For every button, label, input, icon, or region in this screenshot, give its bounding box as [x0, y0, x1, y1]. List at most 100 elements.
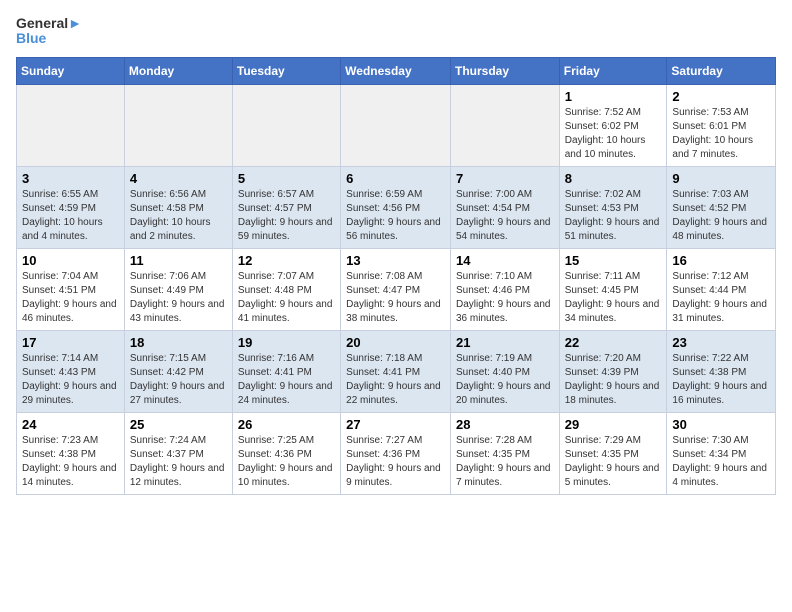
calendar-cell: 15 Sunrise: 7:11 AM Sunset: 4:45 PM Dayli… — [559, 248, 667, 330]
calendar-cell: 16Sunrise: 7:12 AM Sunset: 4:44 PM Dayli… — [667, 248, 776, 330]
day-info: Sunrise: 7:18 AM Sunset: 4:41 PM Dayligh… — [346, 352, 445, 408]
logo-text-blue: Blue — [16, 31, 82, 46]
day-number: 25 — [130, 417, 227, 432]
day-number: 17 — [22, 335, 119, 350]
day-number: 20 — [346, 335, 445, 350]
weekday-header-thursday: Thursday — [450, 57, 559, 84]
day-info: Sunrise: 7:14 AM Sunset: 4:43 PM Dayligh… — [22, 352, 119, 408]
day-info: Sunrise: 7:19 AM Sunset: 4:40 PM Dayligh… — [456, 352, 554, 408]
day-info: Sunrise: 7:11 AM Sunset: 4:45 PM Dayligh… — [565, 270, 662, 326]
logo-text-general: General► — [16, 16, 82, 31]
day-info: Sunrise: 7:23 AM Sunset: 4:38 PM Dayligh… — [22, 434, 119, 490]
day-info: Sunrise: 7:08 AM Sunset: 4:47 PM Dayligh… — [346, 270, 445, 326]
logo: General► Blue — [16, 16, 82, 47]
weekday-header-sunday: Sunday — [17, 57, 125, 84]
calendar-cell — [124, 84, 232, 166]
day-number: 2 — [672, 89, 770, 104]
day-number: 18 — [130, 335, 227, 350]
day-number: 22 — [565, 335, 662, 350]
calendar-week-4: 17 Sunrise: 7:14 AM Sunset: 4:43 PM Dayli… — [17, 330, 776, 412]
calendar-cell: 5Sunrise: 6:57 AM Sunset: 4:57 PM Daylig… — [232, 166, 340, 248]
calendar-cell: 25 Sunrise: 7:24 AM Sunset: 4:37 PM Dayli… — [124, 412, 232, 494]
calendar-cell — [450, 84, 559, 166]
day-info: Sunrise: 7:53 AM Sunset: 6:01 PM Dayligh… — [672, 106, 770, 162]
calendar-cell: 27 Sunrise: 7:27 AM Sunset: 4:36 PM Dayli… — [341, 412, 451, 494]
calendar-cell: 19Sunrise: 7:16 AM Sunset: 4:41 PM Dayli… — [232, 330, 340, 412]
day-number: 1 — [565, 89, 662, 104]
calendar-cell: 12 Sunrise: 7:07 AM Sunset: 4:48 PM Dayli… — [232, 248, 340, 330]
calendar-cell: 21 Sunrise: 7:19 AM Sunset: 4:40 PM Dayli… — [450, 330, 559, 412]
day-info: Sunrise: 7:07 AM Sunset: 4:48 PM Dayligh… — [238, 270, 335, 326]
calendar-cell: 22 Sunrise: 7:20 AM Sunset: 4:39 PM Dayli… — [559, 330, 667, 412]
day-info: Sunrise: 7:03 AM Sunset: 4:52 PM Dayligh… — [672, 188, 770, 244]
day-info: Sunrise: 7:27 AM Sunset: 4:36 PM Dayligh… — [346, 434, 445, 490]
day-number: 28 — [456, 417, 554, 432]
calendar-cell: 11 Sunrise: 7:06 AM Sunset: 4:49 PM Dayli… — [124, 248, 232, 330]
day-info: Sunrise: 7:22 AM Sunset: 4:38 PM Dayligh… — [672, 352, 770, 408]
day-info: Sunrise: 6:57 AM Sunset: 4:57 PM Dayligh… — [238, 188, 335, 244]
calendar-cell: 17 Sunrise: 7:14 AM Sunset: 4:43 PM Dayli… — [17, 330, 125, 412]
calendar-cell — [232, 84, 340, 166]
page-header: General► Blue — [16, 16, 776, 47]
calendar-cell: 4 Sunrise: 6:56 AM Sunset: 4:58 PM Daylig… — [124, 166, 232, 248]
day-number: 8 — [565, 171, 662, 186]
day-info: Sunrise: 7:00 AM Sunset: 4:54 PM Dayligh… — [456, 188, 554, 244]
day-info: Sunrise: 7:06 AM Sunset: 4:49 PM Dayligh… — [130, 270, 227, 326]
weekday-header-wednesday: Wednesday — [341, 57, 451, 84]
day-info: Sunrise: 6:59 AM Sunset: 4:56 PM Dayligh… — [346, 188, 445, 244]
weekday-header-saturday: Saturday — [667, 57, 776, 84]
day-number: 15 — [565, 253, 662, 268]
day-number: 9 — [672, 171, 770, 186]
day-info: Sunrise: 7:24 AM Sunset: 4:37 PM Dayligh… — [130, 434, 227, 490]
day-info: Sunrise: 7:28 AM Sunset: 4:35 PM Dayligh… — [456, 434, 554, 490]
day-number: 21 — [456, 335, 554, 350]
day-info: Sunrise: 7:29 AM Sunset: 4:35 PM Dayligh… — [565, 434, 662, 490]
day-info: Sunrise: 6:55 AM Sunset: 4:59 PM Dayligh… — [22, 188, 119, 244]
weekday-header-row: SundayMondayTuesdayWednesdayThursdayFrid… — [17, 57, 776, 84]
day-number: 11 — [130, 253, 227, 268]
weekday-header-tuesday: Tuesday — [232, 57, 340, 84]
day-info: Sunrise: 7:20 AM Sunset: 4:39 PM Dayligh… — [565, 352, 662, 408]
day-number: 7 — [456, 171, 554, 186]
weekday-header-friday: Friday — [559, 57, 667, 84]
day-info: Sunrise: 7:02 AM Sunset: 4:53 PM Dayligh… — [565, 188, 662, 244]
day-info: Sunrise: 7:25 AM Sunset: 4:36 PM Dayligh… — [238, 434, 335, 490]
calendar-week-5: 24Sunrise: 7:23 AM Sunset: 4:38 PM Dayli… — [17, 412, 776, 494]
calendar-week-3: 10 Sunrise: 7:04 AM Sunset: 4:51 PM Dayli… — [17, 248, 776, 330]
weekday-header-monday: Monday — [124, 57, 232, 84]
calendar-cell: 30Sunrise: 7:30 AM Sunset: 4:34 PM Dayli… — [667, 412, 776, 494]
day-info: Sunrise: 7:04 AM Sunset: 4:51 PM Dayligh… — [22, 270, 119, 326]
day-number: 6 — [346, 171, 445, 186]
day-number: 12 — [238, 253, 335, 268]
calendar-cell: 18Sunrise: 7:15 AM Sunset: 4:42 PM Dayli… — [124, 330, 232, 412]
calendar-cell: 9 Sunrise: 7:03 AM Sunset: 4:52 PM Daylig… — [667, 166, 776, 248]
calendar-cell: 10 Sunrise: 7:04 AM Sunset: 4:51 PM Dayli… — [17, 248, 125, 330]
day-number: 3 — [22, 171, 119, 186]
day-number: 14 — [456, 253, 554, 268]
calendar-cell: 23 Sunrise: 7:22 AM Sunset: 4:38 PM Dayli… — [667, 330, 776, 412]
calendar-cell: 28 Sunrise: 7:28 AM Sunset: 4:35 PM Dayli… — [450, 412, 559, 494]
day-info: Sunrise: 6:56 AM Sunset: 4:58 PM Dayligh… — [130, 188, 227, 244]
calendar-cell: 3 Sunrise: 6:55 AM Sunset: 4:59 PM Daylig… — [17, 166, 125, 248]
calendar-week-2: 3 Sunrise: 6:55 AM Sunset: 4:59 PM Daylig… — [17, 166, 776, 248]
day-number: 23 — [672, 335, 770, 350]
calendar-cell: 7 Sunrise: 7:00 AM Sunset: 4:54 PM Daylig… — [450, 166, 559, 248]
calendar-week-1: 1 Sunrise: 7:52 AM Sunset: 6:02 PM Daylig… — [17, 84, 776, 166]
day-info: Sunrise: 7:12 AM Sunset: 4:44 PM Dayligh… — [672, 270, 770, 326]
calendar-cell: 20 Sunrise: 7:18 AM Sunset: 4:41 PM Dayli… — [341, 330, 451, 412]
calendar-cell: 6 Sunrise: 6:59 AM Sunset: 4:56 PM Daylig… — [341, 166, 451, 248]
day-info: Sunrise: 7:30 AM Sunset: 4:34 PM Dayligh… — [672, 434, 770, 490]
day-number: 29 — [565, 417, 662, 432]
day-info: Sunrise: 7:52 AM Sunset: 6:02 PM Dayligh… — [565, 106, 662, 162]
day-number: 10 — [22, 253, 119, 268]
calendar-cell: 8 Sunrise: 7:02 AM Sunset: 4:53 PM Daylig… — [559, 166, 667, 248]
calendar-cell: 29 Sunrise: 7:29 AM Sunset: 4:35 PM Dayli… — [559, 412, 667, 494]
day-number: 4 — [130, 171, 227, 186]
day-info: Sunrise: 7:10 AM Sunset: 4:46 PM Dayligh… — [456, 270, 554, 326]
calendar-cell: 1 Sunrise: 7:52 AM Sunset: 6:02 PM Daylig… — [559, 84, 667, 166]
calendar-cell: 2 Sunrise: 7:53 AM Sunset: 6:01 PM Daylig… — [667, 84, 776, 166]
calendar-cell — [341, 84, 451, 166]
day-number: 27 — [346, 417, 445, 432]
day-number: 13 — [346, 253, 445, 268]
day-info: Sunrise: 7:16 AM Sunset: 4:41 PM Dayligh… — [238, 352, 335, 408]
